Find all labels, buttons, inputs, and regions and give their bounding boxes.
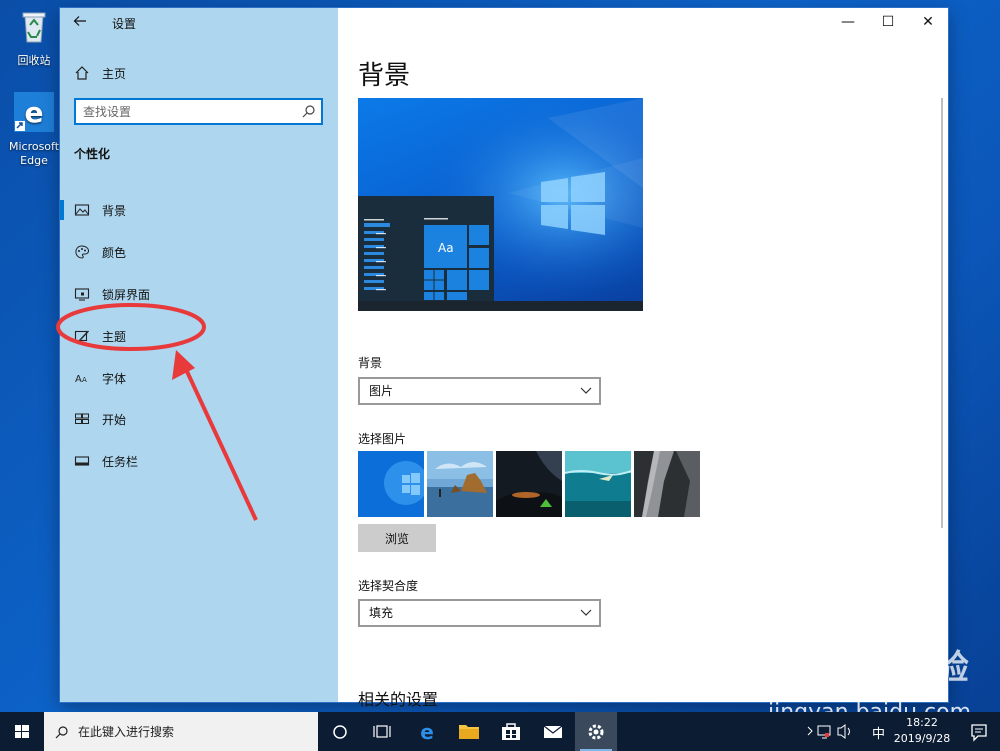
store-bag-icon <box>502 723 520 740</box>
task-view-button[interactable] <box>361 712 403 751</box>
edge-label-line1: Microsoft <box>8 140 60 153</box>
sidebar-item-background[interactable]: 背景 <box>60 190 338 230</box>
cortana-circle-icon <box>333 725 347 739</box>
clock-date: 2019/9/28 <box>893 732 951 745</box>
background-type-select[interactable]: 图片 <box>358 377 601 405</box>
background-preview: Aa <box>358 98 643 311</box>
thumbnail-night-sky[interactable] <box>496 451 562 517</box>
folder-icon <box>459 725 479 739</box>
settings-window: 主页 个性化 背景 颜色 <box>60 8 948 709</box>
recycle-bin-desktop-icon[interactable]: 回收站 <box>6 6 62 68</box>
notification-icon <box>971 724 987 742</box>
choose-picture-label: 选择图片 <box>358 432 407 446</box>
start-tiles-icon <box>75 413 89 424</box>
section-personalization: 个性化 <box>74 147 111 161</box>
sidebar-item-label: 任务栏 <box>102 454 139 469</box>
sidebar-item-label: 背景 <box>102 203 127 218</box>
fit-value: 填充 <box>369 606 394 620</box>
picture-thumbnails <box>358 451 700 517</box>
back-arrow-icon[interactable] <box>70 14 90 32</box>
browse-button[interactable]: 浏览 <box>358 524 436 552</box>
thumbnail-underwater[interactable] <box>565 451 631 517</box>
fit-label: 选择契合度 <box>358 579 419 593</box>
content-scrollbar[interactable] <box>941 98 943 528</box>
mail-icon <box>543 725 563 738</box>
background-label: 背景 <box>358 356 383 370</box>
taskbar-search[interactable]: 在此键入进行搜索 <box>44 712 318 751</box>
sidebar-item-colors[interactable]: 颜色 <box>60 232 338 272</box>
desktop-preview-graphic <box>358 98 643 311</box>
svg-text:e: e <box>25 96 44 129</box>
windows-logo-icon <box>15 725 29 738</box>
taskbar-clock[interactable]: 18:22 2019/9/28 <box>889 715 955 747</box>
start-button[interactable] <box>0 712 44 751</box>
svg-text:A: A <box>82 376 87 384</box>
preview-tile-label: Aa <box>438 241 454 255</box>
action-center-button[interactable] <box>958 712 1000 751</box>
sidebar-item-label: 字体 <box>102 371 127 386</box>
sidebar-item-lock-screen[interactable]: 锁屏界面 <box>60 274 338 314</box>
thumbnail-windows-blue[interactable] <box>358 451 424 517</box>
search-icon[interactable] <box>302 104 316 118</box>
home-label: 主页 <box>102 66 127 81</box>
clock-time: 18:22 <box>906 716 938 729</box>
theme-brush-icon <box>74 330 89 342</box>
settings-search-box[interactable] <box>74 98 323 125</box>
lock-screen-icon <box>74 288 90 301</box>
taskbar-settings[interactable] <box>575 712 617 751</box>
taskbar-search-placeholder: 在此键入进行搜索 <box>78 725 175 739</box>
sidebar-home[interactable]: 主页 <box>74 63 126 83</box>
back-arrow-glyph <box>73 16 86 26</box>
svg-text:e: e <box>420 720 434 744</box>
taskbar-file-explorer[interactable] <box>448 712 490 751</box>
taskbar-edge[interactable]: e <box>406 712 448 751</box>
svg-text:A: A <box>75 374 82 385</box>
palette-icon <box>75 245 90 259</box>
sidebar-item-label: 锁屏界面 <box>102 287 151 302</box>
search-icon <box>55 725 68 738</box>
background-type-value: 图片 <box>369 384 394 398</box>
main-content: 背景 Aa 背景 图片 选择图片 浏览 选择契合度 填充 相关的设置 <box>338 8 948 709</box>
chevron-down-icon <box>580 609 592 616</box>
settings-search-input[interactable] <box>76 100 296 123</box>
edge-icon: e <box>14 92 54 132</box>
thumbnail-rock-cliff[interactable] <box>634 451 700 517</box>
edge-label-line2: Edge <box>20 154 48 167</box>
window-title: 设置 <box>112 17 137 31</box>
sidebar-item-label: 颜色 <box>102 245 127 260</box>
font-icon: A A <box>75 374 87 385</box>
sidebar-item-themes[interactable]: 主题 <box>60 316 338 356</box>
page-title: 背景 <box>358 61 411 91</box>
related-settings-heading: 相关的设置 <box>358 690 439 709</box>
ime-indicator[interactable]: 中 <box>872 723 885 742</box>
thumbnail-beach-rocks[interactable] <box>427 451 493 517</box>
taskbar-mail[interactable] <box>532 712 574 751</box>
recycle-bin-label: 回收站 <box>17 54 51 67</box>
taskbar-store[interactable] <box>490 712 532 751</box>
sidebar-item-start[interactable]: 开始 <box>60 399 338 439</box>
chevron-down-icon <box>580 387 592 394</box>
gear-icon <box>588 724 604 740</box>
picture-icon <box>74 204 90 216</box>
sidebar-item-label: 开始 <box>102 412 127 427</box>
system-tray-icons[interactable] <box>800 712 872 751</box>
edge-icon: e <box>420 720 434 744</box>
taskbar: 在此键入进行搜索 e 中 18:22 2019/9/28 <box>0 712 1000 751</box>
settings-sidebar: 主页 个性化 背景 颜色 <box>60 8 338 702</box>
cortana-button[interactable] <box>319 712 361 751</box>
sidebar-item-fonts[interactable]: A A 字体 <box>60 358 338 398</box>
task-view-icon <box>373 725 391 738</box>
fit-select[interactable]: 填充 <box>358 599 601 627</box>
sidebar-item-label: 主题 <box>102 329 127 344</box>
show-hidden-icons-chevron[interactable] <box>807 726 813 736</box>
volume-icon[interactable] <box>837 724 846 739</box>
taskbar-icon <box>74 456 90 466</box>
sidebar-item-taskbar[interactable]: 任务栏 <box>60 441 338 481</box>
home-icon <box>75 66 89 80</box>
edge-desktop-shortcut[interactable]: e Microsoft Edge <box>6 92 62 168</box>
recycle-bin-icon <box>22 12 46 43</box>
